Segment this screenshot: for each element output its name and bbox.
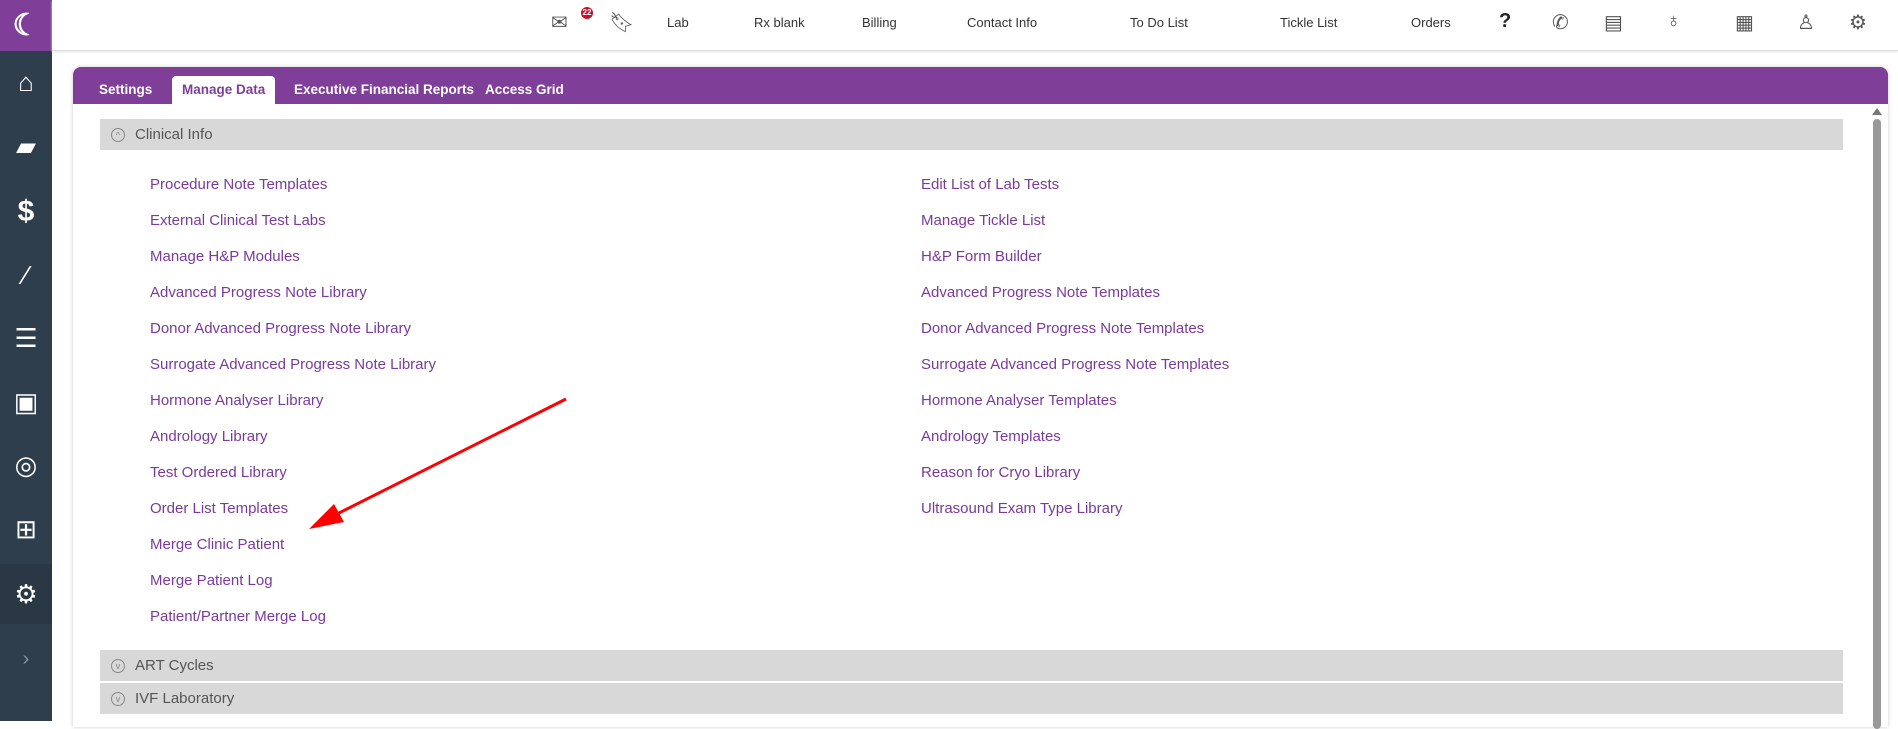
annotation-arrow xyxy=(309,397,567,529)
